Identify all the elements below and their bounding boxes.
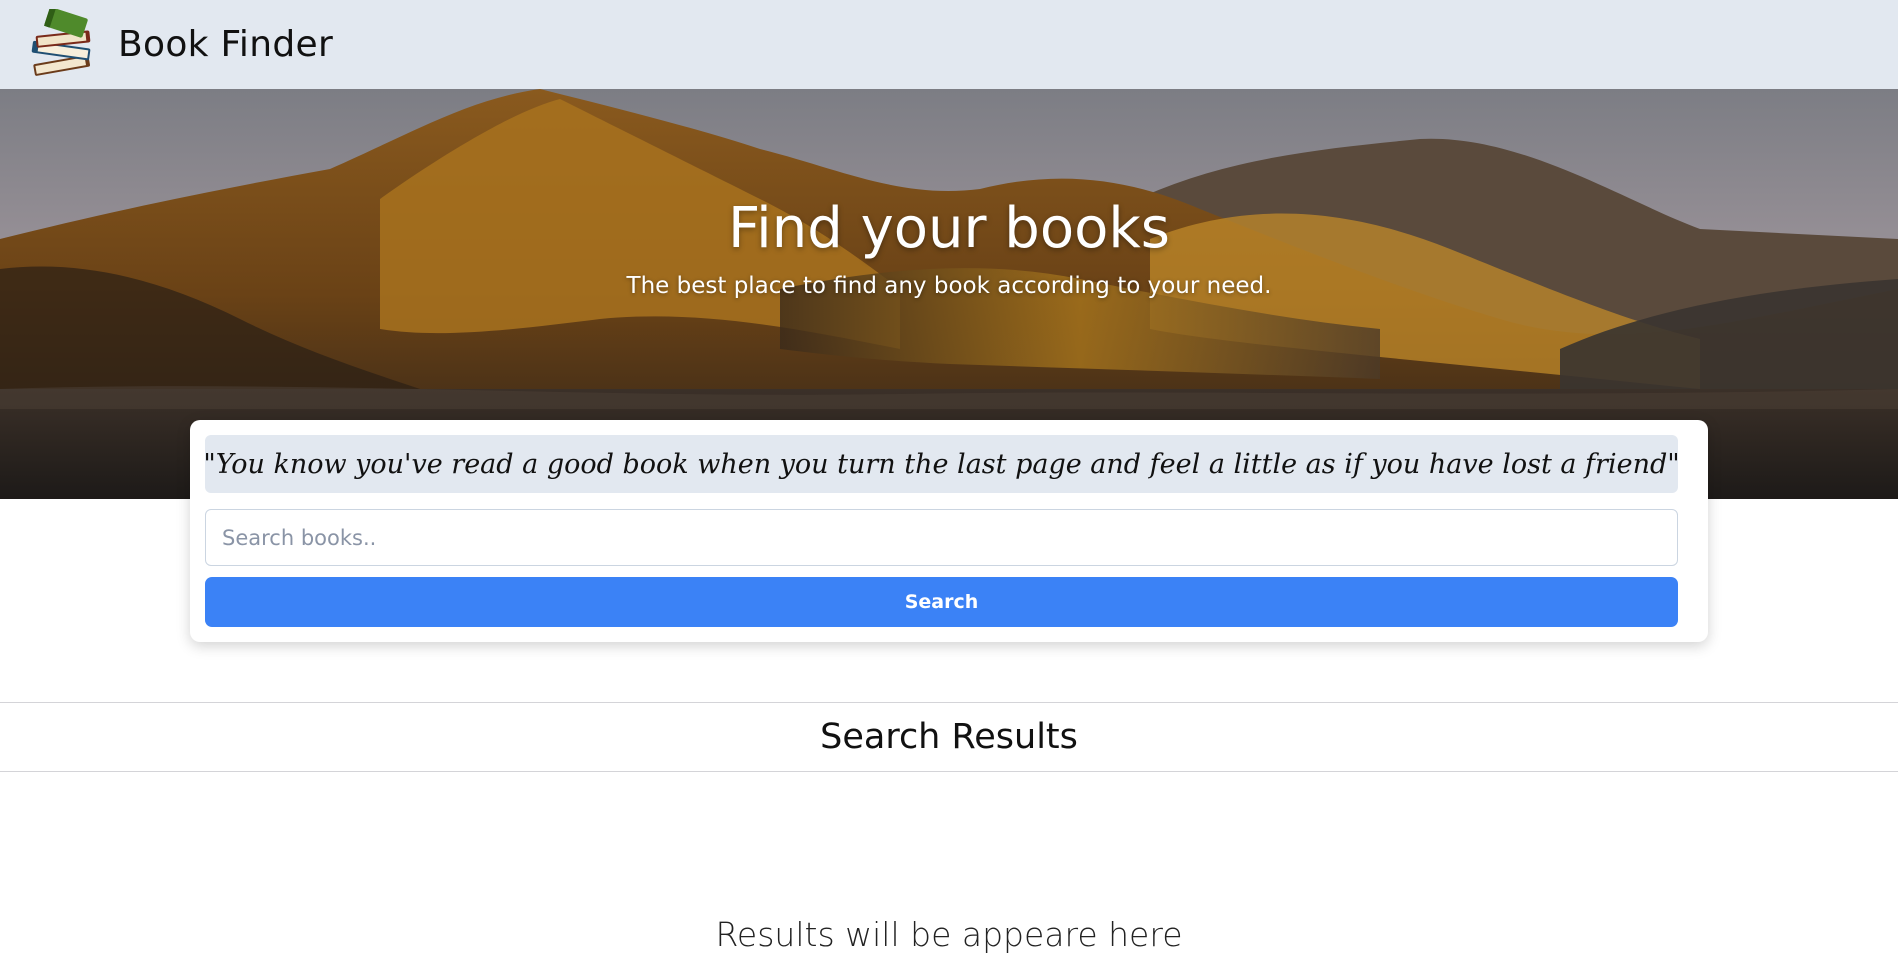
search-button[interactable]: Search (205, 577, 1678, 627)
book-quote: "You know you've read a good book when y… (205, 435, 1678, 493)
stacked-books-icon[interactable] (28, 8, 100, 81)
app-title[interactable]: Book Finder (118, 24, 333, 65)
navbar: Book Finder (0, 0, 1898, 89)
hero-title: Find your books (728, 196, 1170, 261)
results-placeholder-text: Results will be appeare here (715, 915, 1183, 954)
search-input[interactable] (205, 509, 1678, 566)
hero-subtitle: The best place to find any book accordin… (626, 273, 1272, 299)
search-results-heading: Search Results (0, 702, 1898, 772)
search-card: "You know you've read a good book when y… (190, 420, 1708, 642)
